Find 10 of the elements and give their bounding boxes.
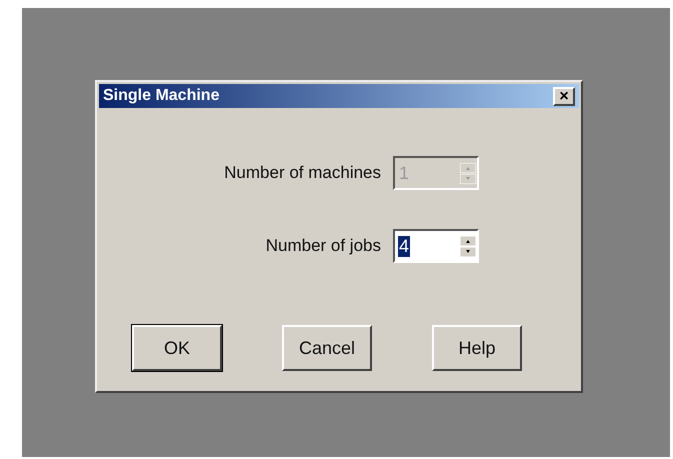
spin-field[interactable]: 4: [393, 229, 479, 263]
close-button[interactable]: ×: [553, 86, 575, 106]
field-label: Number of jobs: [266, 236, 381, 256]
field-label: Number of machines: [224, 163, 381, 183]
dialog-button[interactable]: Cancel: [282, 325, 372, 371]
dialog-button[interactable]: OK: [132, 325, 222, 371]
up-arrow-icon[interactable]: [460, 236, 476, 246]
window-title: Single Machine: [103, 87, 220, 105]
down-arrow-icon[interactable]: [460, 246, 476, 256]
dialog-button[interactable]: Help: [432, 325, 522, 371]
